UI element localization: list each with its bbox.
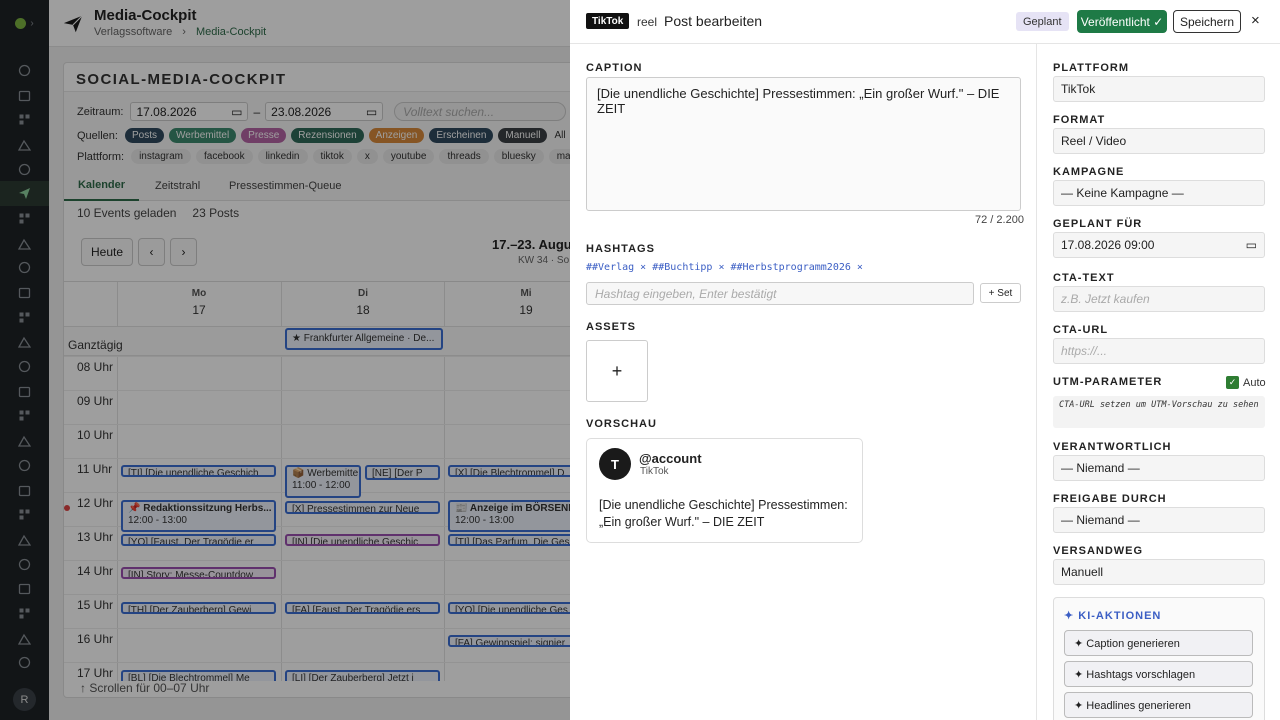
edit-post-drawer: TikTok reel Post bearbeiten Geplant Verö… <box>570 0 1280 720</box>
preview-account: @account <box>639 451 702 466</box>
platform-select[interactable]: TikTok <box>1053 76 1265 102</box>
scheduled-datetime-input[interactable]: 17.08.2026 09:00 ▭ <box>1053 232 1265 258</box>
cta-text-label: CTA-TEXT <box>1053 272 1115 284</box>
char-count: 72 / 2.200 <box>975 214 1024 226</box>
preview-text: [Die unendliche Geschichte] Pressestimme… <box>599 498 848 529</box>
responsible-label: VERANTWORTLICH <box>1053 441 1172 453</box>
responsible-select[interactable]: — Niemand — <box>1053 455 1265 481</box>
utm-auto-label: Auto <box>1243 377 1266 389</box>
published-button[interactable]: Veröffentlicht ✓ <box>1077 10 1167 33</box>
suggest-hashtags-button[interactable]: ✦ Hashtags vorschlagen <box>1064 661 1253 687</box>
hashtag-chip[interactable]: ##Herbstprogramm2026 × <box>730 262 862 273</box>
platform-field-label: PLATTFORM <box>1053 62 1130 74</box>
ai-actions-panel: ✦ KI-AKTIONEN ✦ Caption generieren ✦ Has… <box>1053 597 1265 720</box>
hashtag-chip[interactable]: ##Buchtipp × <box>652 262 724 273</box>
format-select[interactable]: Reel / Video <box>1053 128 1265 154</box>
drawer-divider <box>1036 44 1037 720</box>
modal-backdrop[interactable] <box>0 0 570 720</box>
hashtag-chip[interactable]: ##Verlag × <box>586 262 646 273</box>
calendar-icon[interactable]: ▭ <box>1246 238 1257 252</box>
cta-text-input[interactable]: z.B. Jetzt kaufen <box>1053 286 1265 312</box>
add-asset-button[interactable]: + <box>586 340 648 402</box>
approval-select[interactable]: — Niemand — <box>1053 507 1265 533</box>
save-button[interactable]: Speichern <box>1173 10 1241 33</box>
cta-url-input[interactable]: https://... <box>1053 338 1265 364</box>
shipping-select[interactable]: Manuell <box>1053 559 1265 585</box>
post-preview-card: T @account TikTok [Die unendliche Geschi… <box>586 438 863 543</box>
scheduled-field-label: GEPLANT FÜR <box>1053 218 1143 230</box>
format-field-label: FORMAT <box>1053 114 1106 126</box>
preview-label: VORSCHAU <box>586 418 657 430</box>
shipping-label: VERSANDWEG <box>1053 545 1144 557</box>
hashtag-input[interactable]: Hashtag eingeben, Enter bestätigt <box>586 282 974 305</box>
avatar: T <box>599 448 631 480</box>
preview-platform: TikTok <box>640 466 669 477</box>
hashtag-list: ##Verlag × ##Buchtipp × ##Herbstprogramm… <box>586 262 863 273</box>
drawer-header: TikTok reel Post bearbeiten Geplant Verö… <box>570 0 1280 44</box>
campaign-select[interactable]: — Keine Kampagne — <box>1053 180 1265 206</box>
platform-badge: TikTok <box>586 13 630 29</box>
campaign-field-label: KAMPAGNE <box>1053 166 1125 178</box>
hashtags-label: HASHTAGS <box>586 243 655 255</box>
utm-label: UTM-PARAMETER <box>1053 376 1163 388</box>
drawer-title: Post bearbeiten <box>664 13 763 29</box>
generate-headlines-button[interactable]: ✦ Headlines generieren <box>1064 692 1253 718</box>
caption-label: CAPTION <box>586 62 643 74</box>
status-badge: Geplant <box>1016 12 1069 31</box>
assets-label: ASSETS <box>586 321 637 333</box>
approval-label: FREIGABE DURCH <box>1053 493 1167 505</box>
utm-note: CTA-URL setzen um UTM-Vorschau zu sehen <box>1053 396 1265 428</box>
generate-caption-button[interactable]: ✦ Caption generieren <box>1064 630 1253 656</box>
close-icon[interactable]: × <box>1251 12 1260 29</box>
caption-textarea[interactable]: [Die unendliche Geschichte] Pressestimme… <box>586 77 1021 211</box>
ai-actions-title: ✦ KI-AKTIONEN <box>1064 610 1162 622</box>
format-tag: reel <box>637 15 658 29</box>
hashtag-set-button[interactable]: + Set <box>980 283 1021 303</box>
utm-auto-checkbox[interactable]: ✓ <box>1226 376 1239 389</box>
cta-url-label: CTA-URL <box>1053 324 1109 336</box>
